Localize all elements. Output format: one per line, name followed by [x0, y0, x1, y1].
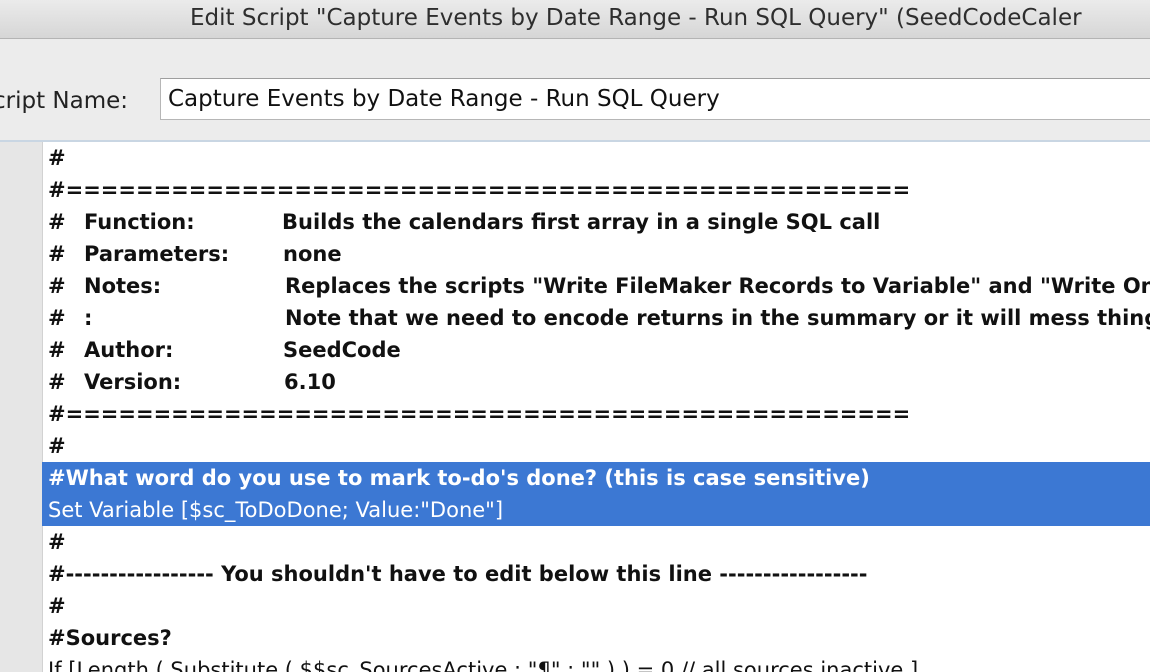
step-text: # — [48, 594, 66, 618]
script-step-comment[interactable]: # Function: Builds the calendars first a… — [42, 206, 1150, 238]
step-text: Set Variable [$sc_ToDoDone; Value:"Done"… — [48, 498, 504, 522]
comment-value: Builds the calendars first array in a si… — [282, 210, 881, 234]
comment-value: Replaces the scripts "Write FileMaker Re… — [285, 274, 1150, 298]
comment-hash: # — [48, 370, 66, 394]
comment-key: Version: — [84, 370, 182, 394]
script-step-comment[interactable]: # Notes: Replaces the scripts "Write Fil… — [42, 270, 1150, 302]
step-text: If [Length ( Substitute ( $$sc_SourcesAc… — [48, 658, 919, 672]
script-steps-editor[interactable]: # #=====================================… — [0, 140, 1150, 672]
comment-value: 6.10 — [284, 370, 336, 394]
comment-value: SeedCode — [283, 338, 401, 362]
script-step-comment[interactable]: # : Note that we need to encode returns … — [42, 302, 1150, 334]
step-text: #----------------- You shouldn't have to… — [48, 562, 868, 586]
step-text: #=======================================… — [48, 402, 911, 426]
script-step-comment[interactable]: #=======================================… — [42, 174, 1150, 206]
script-step-comment[interactable]: # — [42, 526, 1150, 558]
window-title: Edit Script "Capture Events by Date Rang… — [190, 5, 1082, 31]
script-step-comment[interactable]: # — [42, 430, 1150, 462]
step-text: #=======================================… — [48, 178, 911, 202]
comment-key: Author: — [84, 338, 174, 362]
step-text: #What word do you use to mark to-do's do… — [48, 466, 870, 490]
script-step-comment[interactable]: #----------------- You shouldn't have to… — [42, 558, 1150, 590]
comment-value: none — [283, 242, 342, 266]
comment-key: Parameters: — [84, 242, 230, 266]
script-name-input[interactable] — [160, 78, 1150, 120]
script-step-comment[interactable]: # — [42, 590, 1150, 622]
comment-key: : — [84, 306, 93, 330]
step-text: # — [48, 146, 66, 170]
comment-hash: # — [48, 306, 66, 330]
comment-hash: # — [48, 274, 66, 298]
script-step-comment[interactable]: # Version: 6.10 — [42, 366, 1150, 398]
step-text: #Sources? — [48, 626, 172, 650]
step-text: # — [48, 434, 66, 458]
comment-key: Function: — [84, 210, 195, 234]
title-bar[interactable]: Edit Script "Capture Events by Date Rang… — [0, 0, 1150, 39]
comment-hash: # — [48, 242, 66, 266]
script-step-set-variable-selected[interactable]: Set Variable [$sc_ToDoDone; Value:"Done"… — [42, 494, 1150, 526]
comment-value: Note that we need to encode returns in t… — [285, 306, 1150, 330]
script-step-comment[interactable]: #Sources? — [42, 622, 1150, 654]
script-name-label: cript Name: — [0, 88, 129, 114]
comment-hash: # — [48, 338, 66, 362]
script-step-comment[interactable]: # — [42, 142, 1150, 174]
script-editor-window: Edit Script "Capture Events by Date Rang… — [0, 0, 1150, 672]
comment-hash: # — [48, 210, 66, 234]
script-step-comment-selected[interactable]: #What word do you use to mark to-do's do… — [42, 462, 1150, 494]
script-name-bar: cript Name: — [0, 39, 1150, 142]
script-step-comment[interactable]: # Parameters: none — [42, 238, 1150, 270]
script-step-comment[interactable]: # Author: SeedCode — [42, 334, 1150, 366]
comment-key: Notes: — [84, 274, 162, 298]
script-step-comment[interactable]: #=======================================… — [42, 398, 1150, 430]
script-steps-list: # #=====================================… — [42, 142, 1150, 672]
script-step-if[interactable]: If [Length ( Substitute ( $$sc_SourcesAc… — [42, 654, 1150, 672]
step-gutter — [0, 142, 43, 672]
step-text: # — [48, 530, 66, 554]
